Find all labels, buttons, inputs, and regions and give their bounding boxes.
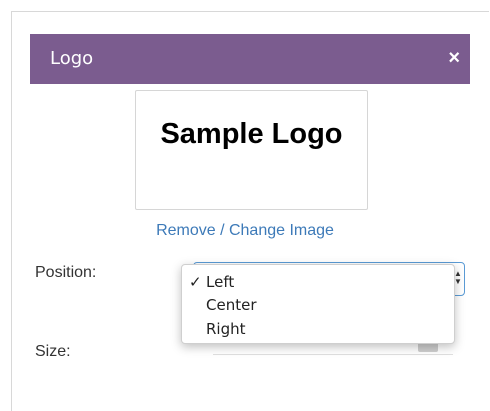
- close-icon[interactable]: ×: [448, 47, 460, 70]
- size-label: Size:: [35, 343, 71, 360]
- select-arrows-icon: ▲ ▼: [454, 269, 462, 286]
- dropdown-option-left[interactable]: Left: [206, 273, 234, 291]
- position-dropdown-menu: ✓ Left Center Right: [181, 264, 455, 344]
- dropdown-option-right[interactable]: Right: [206, 320, 246, 338]
- dropdown-option-center[interactable]: Center: [206, 296, 257, 314]
- position-label: Position:: [35, 264, 97, 281]
- remove-change-image-link[interactable]: Remove / Change Image: [0, 222, 490, 240]
- checkmark-icon: ✓: [189, 273, 202, 291]
- logo-image-text: Sample Logo: [160, 118, 343, 150]
- dialog-title: Logo: [50, 48, 94, 69]
- dialog-header: Logo ×: [30, 34, 470, 84]
- logo-preview: Sample Logo: [135, 90, 368, 210]
